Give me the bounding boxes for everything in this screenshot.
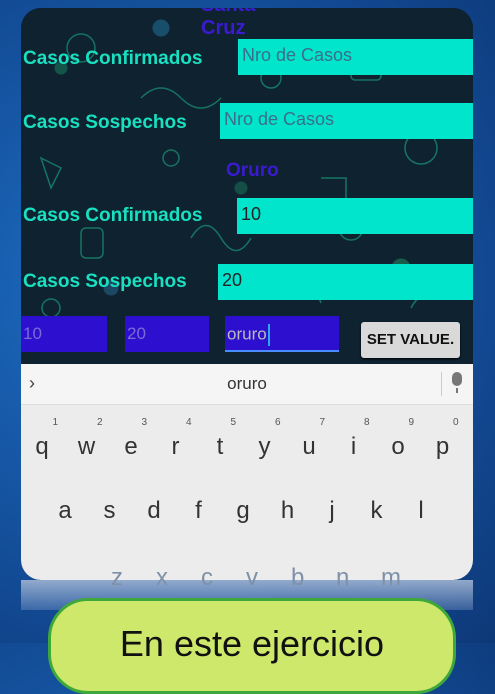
phone-screen: Santa Cruz Casos Confirmados Nro de Caso… (21, 8, 473, 580)
city-suspected-label: Casos Sospechos (23, 271, 187, 292)
confirmed-cases-input[interactable]: Nro de Casos (238, 39, 473, 75)
city-confirmed-label: Casos Confirmados (23, 205, 203, 226)
key-t[interactable]: t5 (200, 417, 240, 468)
bottom-input-city[interactable]: oruro (225, 316, 339, 352)
key-q[interactable]: q1 (22, 417, 62, 468)
city-confirmed-input[interactable]: 10 (237, 198, 473, 234)
soft-keyboard: › oruro q1w2e3r4t5y6u7i8o9p0 asdfghjkl (21, 364, 473, 580)
key-k[interactable]: k (357, 486, 397, 532)
partial-city-header: Santa Cruz (201, 8, 255, 39)
key-x-partial: x (156, 564, 168, 591)
key-h[interactable]: h (268, 486, 308, 532)
bottom-input-city-text: oruro (227, 324, 267, 344)
key-y[interactable]: y6 (245, 417, 285, 468)
suspected-cases-input[interactable]: Nro de Casos (220, 103, 473, 139)
caption-text: En este ejercicio (119, 623, 385, 664)
suggestion-bar: › oruro (21, 364, 473, 405)
key-c-partial: c (201, 564, 213, 591)
microphone-icon[interactable] (452, 372, 462, 393)
text-cursor (267, 324, 270, 346)
key-w[interactable]: w2 (67, 417, 107, 468)
key-n-partial: n (336, 564, 350, 591)
key-hint: 0 (452, 417, 459, 428)
key-v-partial: v (246, 564, 258, 591)
key-hint: 3 (141, 417, 147, 428)
suggestion-word[interactable]: oruro (21, 374, 473, 394)
key-hint: 2 (96, 417, 103, 428)
key-u[interactable]: u7 (289, 417, 329, 468)
key-a[interactable]: a (45, 486, 85, 532)
key-i[interactable]: i8 (334, 417, 374, 468)
key-hint: 6 (274, 417, 281, 428)
key-g[interactable]: g (223, 486, 263, 532)
key-s[interactable]: s (90, 486, 130, 532)
city-title: Oruro (226, 160, 279, 181)
confirmed-cases-label: Casos Confirmados (23, 48, 203, 69)
key-r[interactable]: r4 (156, 417, 196, 468)
key-e[interactable]: e3 (111, 417, 151, 468)
suspected-cases-label: Casos Sospechos (23, 112, 187, 133)
key-hint: 5 (230, 417, 236, 428)
key-m-partial: m (381, 564, 401, 591)
key-d[interactable]: d (134, 486, 174, 532)
bottom-input-suspected[interactable]: 20 (125, 316, 209, 352)
key-hint: 1 (52, 417, 58, 428)
city-suspected-input[interactable]: 20 (218, 264, 473, 300)
key-hint: 4 (185, 417, 192, 428)
key-hint: 9 (408, 417, 414, 428)
key-hint: 8 (363, 417, 370, 428)
key-p[interactable]: p0 (423, 417, 463, 468)
key-o[interactable]: o9 (378, 417, 418, 468)
key-hint: 7 (319, 417, 325, 428)
app-screen: Santa Cruz Casos Confirmados Nro de Caso… (21, 8, 473, 364)
bottom-input-confirmed[interactable]: 10 (21, 316, 107, 352)
suggestion-divider (441, 372, 442, 396)
key-b-partial: b (291, 564, 305, 591)
key-l[interactable]: l (401, 486, 441, 532)
caption-bubble: En este ejercicio (48, 598, 456, 694)
set-value-button[interactable]: SET VALUE. (361, 322, 460, 358)
key-j[interactable]: j (312, 486, 352, 532)
key-z-partial: z (111, 564, 123, 591)
key-f[interactable]: f (179, 486, 219, 532)
